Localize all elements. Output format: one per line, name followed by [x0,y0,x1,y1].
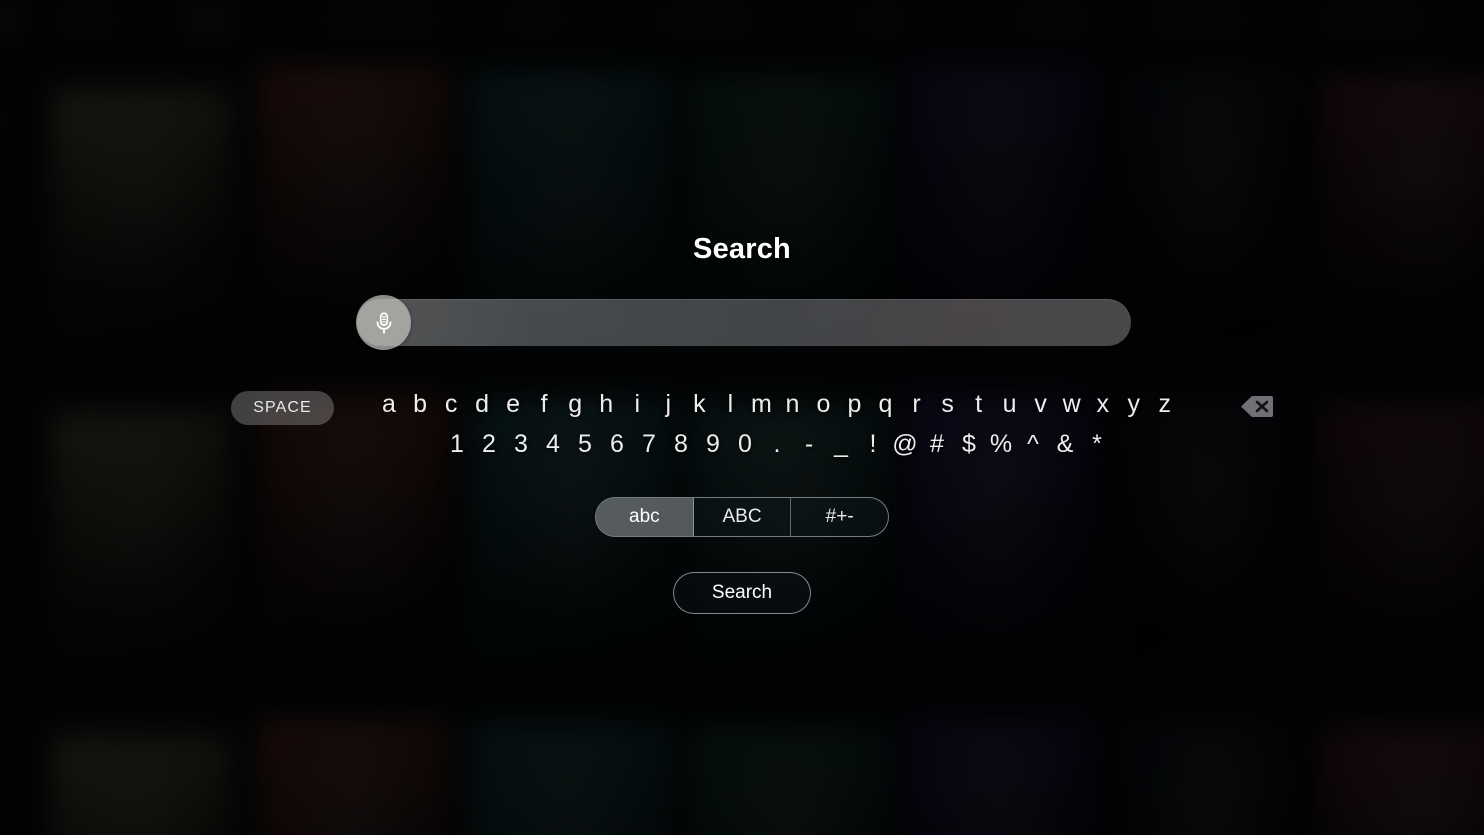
key-d[interactable]: d [467,391,497,417]
onscreen-keyboard: SPACE abcdefghijklmnopqrstuvwxyz 1234567… [0,383,1484,463]
key-.[interactable]: . [761,431,793,457]
key-m[interactable]: m [746,391,776,417]
key-1[interactable]: 1 [441,431,473,457]
key-6[interactable]: 6 [601,431,633,457]
keyboard-row-letters: abcdefghijklmnopqrstuvwxyz [374,383,1180,425]
mode-option-abc[interactable]: abc [596,498,694,536]
mode-option-[interactable]: #+- [791,498,888,536]
key-f[interactable]: f [529,391,559,417]
key-i[interactable]: i [622,391,652,417]
keyboard-row-symbols: 1 2 3 4 5 6 7 8 9 0. - _! @ # $% ^ & * [374,425,1180,463]
search-panel: Search SPACE abcdefghijklmnopqrstuvwxyz [0,0,1484,835]
key-$[interactable]: $ [953,431,985,457]
key-p[interactable]: p [839,391,869,417]
search-field[interactable] [356,295,1131,350]
key-9[interactable]: 9 [697,431,729,457]
backspace-delete-icon[interactable] [1234,389,1280,423]
key-e[interactable]: e [498,391,528,417]
mode-option-ABC[interactable]: ABC [694,498,792,536]
key-x[interactable]: x [1088,391,1118,417]
key-3[interactable]: 3 [505,431,537,457]
key-z[interactable]: z [1150,391,1180,417]
key-n[interactable]: n [777,391,807,417]
search-overlay-screen: Search SPACE abcdefghijklmnopqrstuvwxyz [0,0,1484,835]
key-&[interactable]: & [1049,431,1081,457]
key-@[interactable]: @ [889,431,921,457]
key-c[interactable]: c [436,391,466,417]
key-o[interactable]: o [808,391,838,417]
key-^[interactable]: ^ [1017,431,1049,457]
key-#[interactable]: # [921,431,953,457]
key-l[interactable]: l [715,391,745,417]
key-8[interactable]: 8 [665,431,697,457]
key-k[interactable]: k [684,391,714,417]
key-4[interactable]: 4 [537,431,569,457]
key-![interactable]: ! [857,431,889,457]
keyboard-mode-switch[interactable]: abc ABC #+- [595,497,889,537]
keyboard-rows: abcdefghijklmnopqrstuvwxyz 1 2 3 4 5 6 7 8 9 0. - _… [374,383,1180,463]
key-j[interactable]: j [653,391,683,417]
key-y[interactable]: y [1119,391,1149,417]
key-7[interactable]: 7 [633,431,665,457]
key-u[interactable]: u [995,391,1025,417]
key-0[interactable]: 0 [729,431,761,457]
key-g[interactable]: g [560,391,590,417]
key-_[interactable]: _ [825,431,857,457]
key-w[interactable]: w [1057,391,1087,417]
search-submit-button[interactable]: Search [673,572,811,614]
key--[interactable]: - [793,431,825,457]
search-input[interactable] [357,299,1131,346]
key-s[interactable]: s [933,391,963,417]
key-b[interactable]: b [405,391,435,417]
key-a[interactable]: a [374,391,404,417]
key-space[interactable]: SPACE [231,391,334,425]
key-q[interactable]: q [871,391,901,417]
key-2[interactable]: 2 [473,431,505,457]
key-t[interactable]: t [964,391,994,417]
page-title: Search [693,233,791,265]
key-h[interactable]: h [591,391,621,417]
key-r[interactable]: r [902,391,932,417]
key-5[interactable]: 5 [569,431,601,457]
key-%[interactable]: % [985,431,1017,457]
key-*[interactable]: * [1081,431,1113,457]
key-v[interactable]: v [1026,391,1056,417]
microphone-icon[interactable] [356,295,411,350]
